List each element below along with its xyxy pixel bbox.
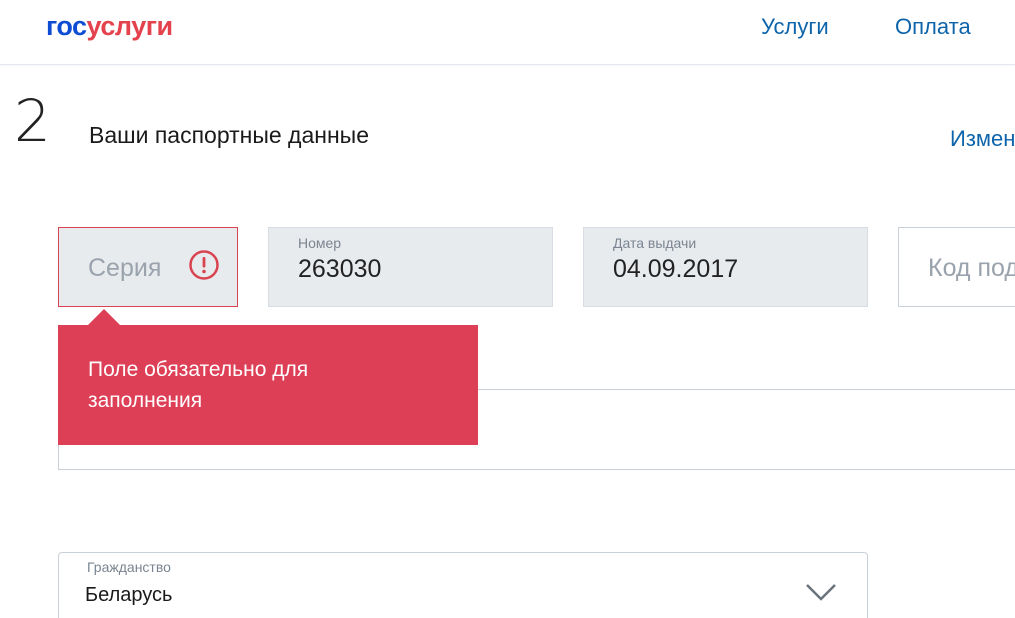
error-tooltip-line-1: Поле обязательно для: [88, 358, 309, 381]
page: госуслуги Услуги Оплата 2 Ваши паспортны…: [0, 0, 1015, 618]
passport-number-field[interactable]: Номер 263030: [268, 227, 553, 307]
issue-date-value: 04.09.2017: [613, 255, 739, 283]
step-number: 2: [14, 87, 51, 155]
passport-series-placeholder: Серия: [88, 254, 162, 282]
error-tooltip-line-2: заполнения: [88, 389, 203, 412]
issue-date-label: Дата выдачи: [613, 235, 697, 251]
error-tooltip-arrow: [88, 309, 120, 325]
passport-number-value: 263030: [298, 255, 382, 283]
edit-link[interactable]: Измен: [950, 126, 1015, 152]
logo-part-gos: гос: [46, 11, 87, 41]
chevron-down-icon[interactable]: [805, 582, 837, 602]
passport-series-field[interactable]: Серия: [58, 227, 238, 307]
logo-part-uslugi: услуги: [86, 11, 174, 41]
citizenship-select[interactable]: Гражданство Беларусь: [58, 552, 868, 618]
division-code-field[interactable]: Код под: [898, 227, 1015, 307]
nav-services-link[interactable]: Услуги: [761, 14, 829, 40]
citizenship-label: Гражданство: [87, 559, 171, 575]
step-title: Ваши паспортные данные: [89, 122, 369, 148]
passport-number-label: Номер: [298, 235, 342, 251]
nav-payment-link[interactable]: Оплата: [895, 14, 971, 40]
error-tooltip: Поле обязательно для заполнения: [58, 325, 478, 445]
error-icon: [189, 250, 219, 280]
header: госуслуги Услуги Оплата: [0, 0, 1015, 65]
division-code-placeholder: Код под: [928, 254, 1015, 282]
issue-date-field[interactable]: Дата выдачи 04.09.2017: [583, 227, 868, 307]
citizenship-value: Беларусь: [85, 584, 173, 606]
gosuslugi-logo[interactable]: госуслуги: [46, 10, 173, 42]
